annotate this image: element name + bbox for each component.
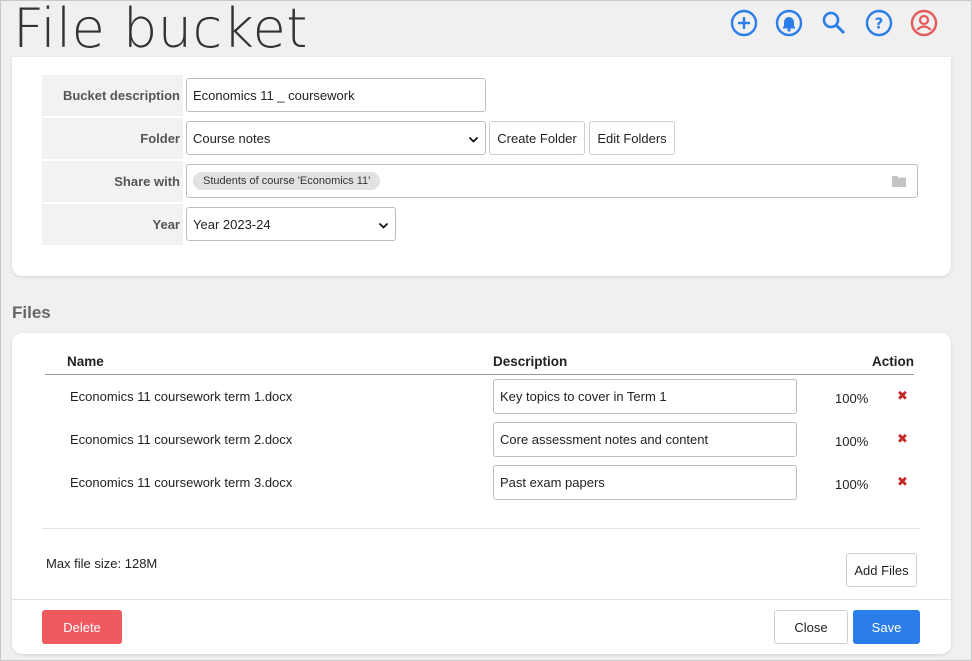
page-title: File bucket — [13, 0, 308, 60]
create-folder-button[interactable]: Create Folder — [489, 121, 585, 155]
year-value: Year 2023-24 — [193, 216, 271, 232]
top-toolbar: ? — [729, 8, 939, 38]
delete-button[interactable]: Delete — [42, 610, 122, 644]
file-description-input[interactable]: Key topics to cover in Term 1 — [493, 379, 797, 414]
folder-row: Folder — [42, 118, 183, 159]
save-button[interactable]: Save — [853, 610, 920, 644]
share-with-input[interactable]: Students of course 'Economics 11' — [186, 164, 918, 198]
file-description-value: Core assessment notes and content — [500, 432, 709, 447]
remove-file-icon[interactable]: ✖ — [897, 431, 908, 447]
upload-progress: 100% — [835, 477, 869, 492]
folder-icon[interactable] — [891, 174, 907, 191]
description-label: Bucket description — [42, 75, 183, 116]
help-icon[interactable]: ? — [864, 8, 894, 38]
edit-folders-button[interactable]: Edit Folders — [589, 121, 675, 155]
folder-label: Folder — [42, 118, 183, 159]
share-row: Share with — [42, 161, 183, 202]
year-label: Year — [42, 204, 183, 245]
description-input[interactable]: Economics 11 _ coursework — [186, 78, 486, 112]
column-name-header: Name — [67, 354, 104, 369]
share-chip[interactable]: Students of course 'Economics 11' — [193, 172, 381, 190]
file-description-input[interactable]: Core assessment notes and content — [493, 422, 797, 457]
column-description-header: Description — [493, 354, 568, 369]
year-select[interactable]: Year 2023-24 — [186, 207, 396, 241]
chevron-down-icon — [468, 133, 479, 148]
files-section-title: Files — [12, 303, 51, 322]
close-button[interactable]: Close — [774, 610, 848, 644]
description-value: Economics 11 _ coursework — [193, 87, 355, 103]
search-icon[interactable] — [819, 8, 849, 38]
description-row: Bucket description — [42, 75, 183, 116]
files-card: Name Description Action Economics 11 cou… — [12, 333, 951, 654]
max-file-size: Max file size: 128M — [46, 556, 158, 571]
footer-divider — [12, 599, 951, 600]
remove-file-icon[interactable]: ✖ — [897, 474, 908, 490]
chevron-down-icon — [378, 219, 389, 234]
file-name: Economics 11 coursework term 1.docx — [70, 389, 293, 404]
folder-value: Course notes — [193, 130, 271, 146]
remove-file-icon[interactable]: ✖ — [897, 388, 908, 404]
folder-select[interactable]: Course notes — [186, 121, 486, 155]
add-files-button[interactable]: Add Files — [846, 553, 917, 587]
svg-text:?: ? — [875, 15, 884, 33]
share-label: Share with — [42, 161, 183, 202]
user-icon[interactable] — [909, 8, 939, 38]
file-description-value: Key topics to cover in Term 1 — [500, 389, 667, 404]
upload-progress: 100% — [835, 434, 869, 449]
page-header: File bucket ? — [1, 0, 971, 65]
table-header-divider — [45, 374, 914, 375]
files-divider — [42, 528, 921, 529]
bucket-details-card: Bucket description Economics 11 _ course… — [12, 57, 951, 276]
file-name: Economics 11 coursework term 2.docx — [70, 432, 293, 447]
upload-progress: 100% — [835, 391, 869, 406]
bell-icon[interactable] — [774, 8, 804, 38]
column-action-header: Action — [872, 354, 914, 369]
file-name: Economics 11 coursework term 3.docx — [70, 475, 293, 490]
year-row: Year — [42, 204, 183, 245]
file-description-value: Past exam papers — [500, 475, 605, 490]
add-circle-icon[interactable] — [729, 8, 759, 38]
file-description-input[interactable]: Past exam papers — [493, 465, 797, 500]
